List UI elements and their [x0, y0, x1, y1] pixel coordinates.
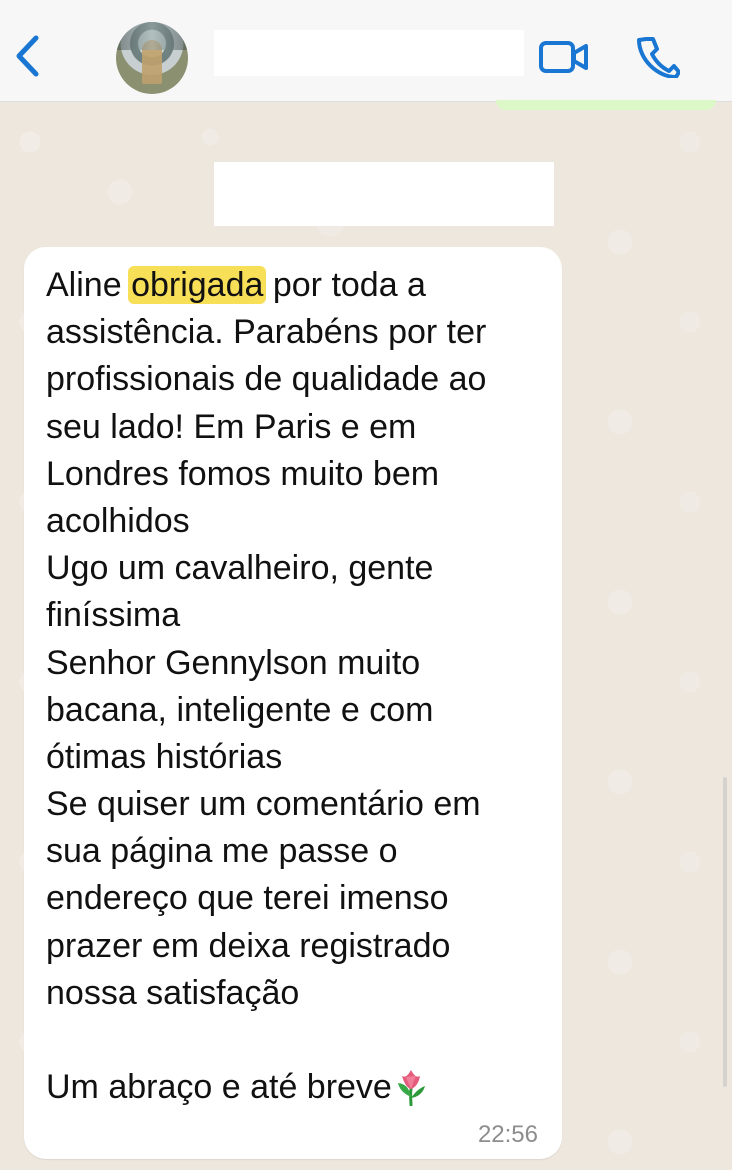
incoming-message-bubble[interactable]: Aline obrigada por toda a assistência. P…: [24, 247, 562, 1159]
tulip-icon: [396, 1068, 426, 1107]
message-text: Aline obrigada por toda a assistência. P…: [46, 262, 541, 1111]
message-line-3: profissionais de qualidade ao: [46, 360, 487, 399]
chevron-left-icon[interactable]: [12, 33, 44, 79]
message-line-10: bacana, inteligente e com: [46, 690, 434, 729]
chat-header: [0, 0, 732, 102]
phone-call-icon[interactable]: [636, 34, 681, 79]
chat-scrollbar[interactable]: [723, 777, 727, 1087]
message-line-6: acolhidos: [46, 501, 190, 540]
message-line-15: prazer em deixa registrado: [46, 926, 451, 965]
previous-outgoing-message-edge: [496, 100, 716, 110]
contact-name-redacted[interactable]: [214, 30, 524, 76]
message-line-18: Um abraço e até breve: [46, 1064, 541, 1111]
message-line-4: seu lado! Em Paris e em: [46, 407, 417, 446]
message-line-12: Se quiser um comentário em: [46, 785, 481, 824]
message-line-1: Aline obrigada por toda a: [46, 266, 426, 304]
redacted-date-chip: [214, 162, 554, 226]
contact-avatar[interactable]: [116, 22, 188, 94]
message-line-9: Senhor Gennylson muito: [46, 643, 421, 682]
video-call-icon[interactable]: [538, 38, 590, 76]
chat-screen: Aline obrigada por toda a assistência. P…: [0, 0, 732, 1170]
message-line-2: assistência. Parabéns por ter: [46, 313, 487, 352]
message-time: 22:56: [477, 1121, 538, 1148]
message-line-11: ótimas histórias: [46, 737, 283, 776]
message-line-8: finíssima: [46, 596, 181, 635]
message-line-13: sua página me passe o: [46, 832, 398, 871]
highlighted-word: obrigada: [128, 266, 267, 304]
message-line-14: endereço que terei imenso: [46, 879, 449, 918]
message-line-17: [46, 1017, 541, 1064]
message-line-5: Londres fomos muito bem: [46, 454, 440, 493]
message-line-16: nossa satisfação: [46, 973, 300, 1012]
message-line-7: Ugo um cavalheiro, gente: [46, 549, 434, 588]
